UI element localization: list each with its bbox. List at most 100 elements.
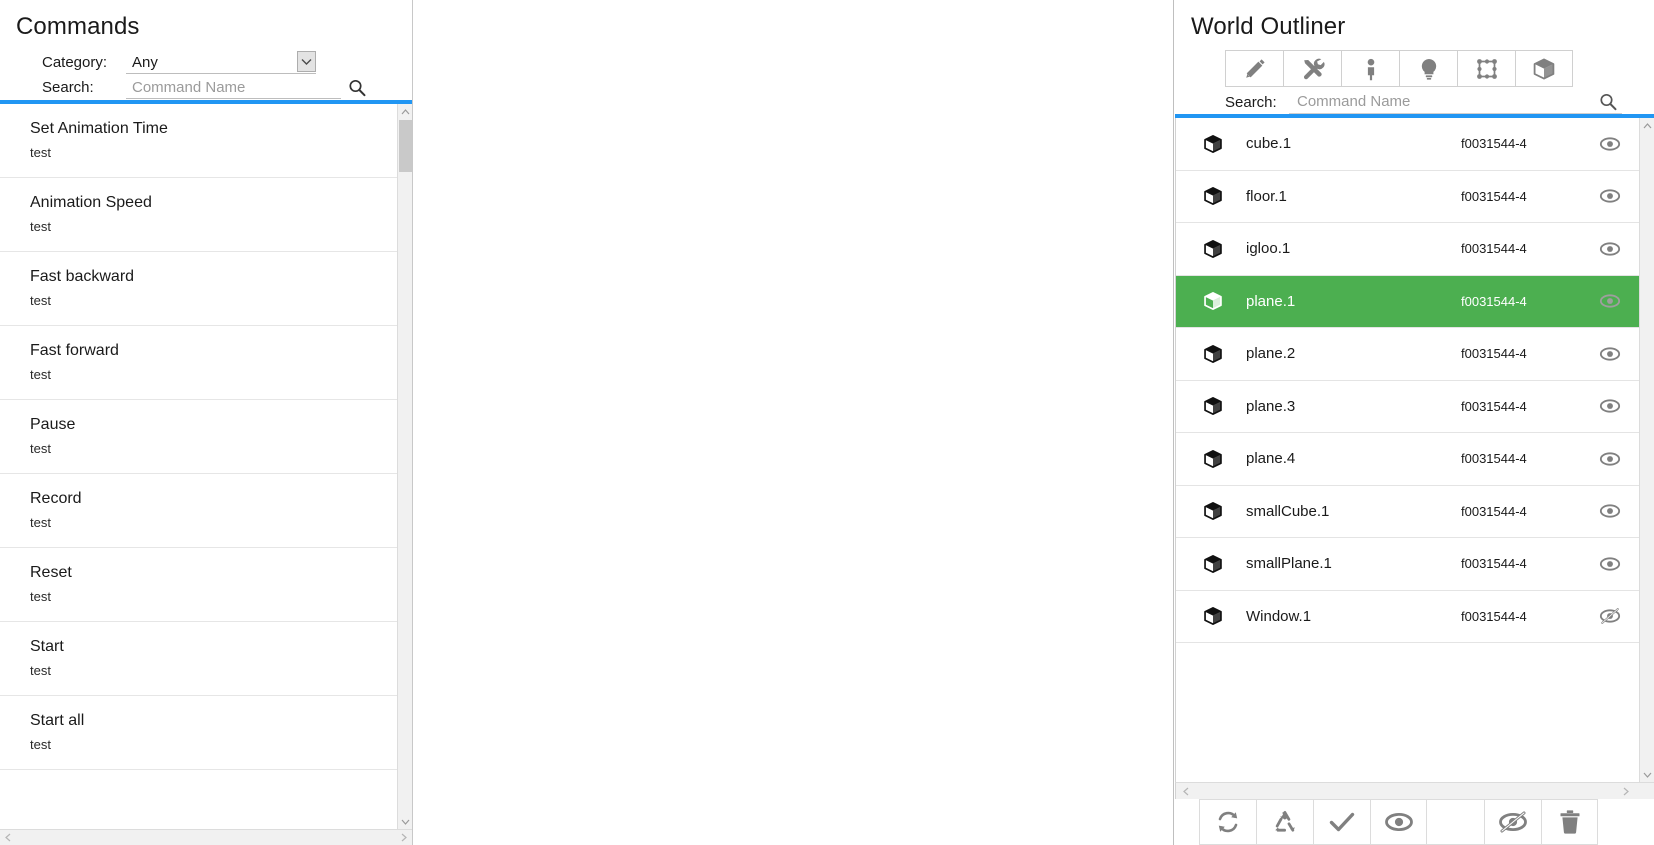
- select-button[interactable]: [1313, 799, 1370, 845]
- outliner-body: cube.1 f0031544-4 floor.1 f0031544-4 igl…: [1175, 118, 1654, 782]
- search-icon[interactable]: [1598, 92, 1618, 112]
- eye-icon[interactable]: [1581, 346, 1639, 362]
- object-name: plane.2: [1246, 345, 1296, 363]
- list-item[interactable]: Pause test: [0, 400, 397, 474]
- table-row[interactable]: igloo.1 f0031544-4: [1176, 223, 1639, 276]
- object-id: f0031544-4: [1461, 398, 1527, 414]
- commands-vertical-scrollbar[interactable]: [397, 104, 412, 829]
- box-icon: [1202, 290, 1246, 312]
- table-row[interactable]: plane.4 f0031544-4: [1176, 433, 1639, 486]
- scroll-left-arrow-icon[interactable]: [1178, 784, 1194, 799]
- filter-objects-button[interactable]: [1515, 50, 1573, 87]
- table-row[interactable]: cube.1 f0031544-4: [1176, 118, 1639, 171]
- toolbar-spacer: [1427, 799, 1484, 845]
- list-item[interactable]: Start test: [0, 622, 397, 696]
- table-row[interactable]: Window.1 f0031544-4: [1176, 590, 1639, 643]
- category-selected-value: Any: [132, 53, 158, 71]
- show-all-button[interactable]: [1370, 799, 1427, 845]
- eye-icon[interactable]: [1581, 136, 1639, 152]
- recycle-icon: [1271, 808, 1299, 836]
- command-name: Animation Speed: [30, 194, 152, 211]
- hide-all-button[interactable]: [1484, 799, 1541, 845]
- command-name: Fast backward: [30, 268, 135, 285]
- table-row[interactable]: smallPlane.1 f0031544-4: [1176, 538, 1639, 591]
- filter-lights-button[interactable]: [1399, 50, 1457, 87]
- outliner-bottom-toolbar: [1199, 799, 1654, 845]
- commands-horizontal-scrollbar[interactable]: [0, 829, 412, 845]
- category-row: Category: Any: [42, 50, 396, 75]
- refresh-icon: [1214, 808, 1242, 836]
- box-icon: [1202, 553, 1246, 575]
- list-item[interactable]: Record test: [0, 474, 397, 548]
- table-row[interactable]: plane.2 f0031544-4: [1176, 328, 1639, 381]
- scroll-up-arrow-icon[interactable]: [1640, 118, 1654, 133]
- table-row[interactable]: smallCube.1 f0031544-4: [1176, 485, 1639, 538]
- command-subtitle: test: [30, 367, 51, 382]
- scroll-left-arrow-icon[interactable]: [0, 830, 16, 845]
- viewport-canvas[interactable]: [414, 0, 1174, 845]
- eye-off-icon: [1498, 811, 1528, 833]
- filter-avatars-button[interactable]: [1341, 50, 1399, 87]
- box-icon: [1202, 343, 1246, 365]
- person-icon: [1358, 56, 1384, 82]
- command-subtitle: test: [30, 219, 51, 234]
- filter-tools-button[interactable]: [1283, 50, 1341, 87]
- object-name: plane.3: [1246, 397, 1296, 415]
- box-icon: [1202, 605, 1246, 627]
- object-id: f0031544-4: [1461, 136, 1527, 152]
- commands-header: Commands Category: Any Search: Command N…: [0, 0, 412, 100]
- outliner-search-input[interactable]: Command Name: [1289, 91, 1622, 114]
- table-row[interactable]: plane.1 f0031544-4: [1176, 275, 1639, 328]
- scroll-up-arrow-icon[interactable]: [398, 104, 412, 119]
- object-id: f0031544-4: [1461, 608, 1527, 624]
- object-name: igloo.1: [1246, 240, 1291, 258]
- box-icon: [1202, 238, 1246, 260]
- filter-bounds-button[interactable]: [1457, 50, 1515, 87]
- command-name: Set Animation Time: [30, 120, 168, 137]
- search-icon[interactable]: [347, 78, 367, 98]
- recycle-button[interactable]: [1256, 799, 1313, 845]
- trash-icon: [1557, 808, 1583, 836]
- eye-off-icon[interactable]: [1581, 607, 1639, 625]
- eye-icon[interactable]: [1581, 503, 1639, 519]
- refresh-button[interactable]: [1199, 799, 1256, 845]
- outliner-list[interactable]: cube.1 f0031544-4 floor.1 f0031544-4 igl…: [1176, 118, 1639, 782]
- scroll-right-arrow-icon[interactable]: [396, 830, 412, 845]
- delete-button[interactable]: [1541, 799, 1598, 845]
- object-id: f0031544-4: [1461, 451, 1527, 467]
- scroll-down-arrow-icon[interactable]: [1640, 767, 1654, 782]
- scroll-down-arrow-icon[interactable]: [398, 814, 412, 829]
- application-window: Commands Category: Any Search: Command N…: [0, 0, 1654, 845]
- eye-icon[interactable]: [1581, 241, 1639, 257]
- outliner-filter-toolbar: [1225, 50, 1654, 87]
- chevron-down-icon[interactable]: [297, 51, 316, 72]
- filter-annotations-button[interactable]: [1225, 50, 1283, 87]
- object-id: f0031544-4: [1461, 556, 1527, 572]
- list-item[interactable]: Set Animation Time test: [0, 104, 397, 178]
- command-name: Record: [30, 490, 82, 507]
- list-item[interactable]: Fast backward test: [0, 252, 397, 326]
- table-row[interactable]: floor.1 f0031544-4: [1176, 170, 1639, 223]
- search-input[interactable]: Command Name: [126, 76, 366, 99]
- eye-icon[interactable]: [1581, 451, 1639, 467]
- list-item[interactable]: Start all test: [0, 696, 397, 770]
- outliner-vertical-scrollbar[interactable]: [1639, 118, 1654, 782]
- command-subtitle: test: [30, 145, 51, 160]
- category-select[interactable]: Any: [126, 51, 316, 74]
- commands-list[interactable]: Set Animation Time test Animation Speed …: [0, 104, 397, 829]
- list-item[interactable]: Reset test: [0, 548, 397, 622]
- eye-icon[interactable]: [1581, 556, 1639, 572]
- table-row[interactable]: plane.3 f0031544-4: [1176, 380, 1639, 433]
- scroll-right-arrow-icon[interactable]: [1618, 784, 1634, 799]
- object-name: Window.1: [1246, 607, 1312, 625]
- list-item[interactable]: Animation Speed test: [0, 178, 397, 252]
- check-icon: [1327, 808, 1357, 836]
- outliner-horizontal-scrollbar[interactable]: [1175, 782, 1654, 799]
- commands-scroll-thumb[interactable]: [399, 120, 412, 172]
- eye-icon[interactable]: [1581, 188, 1639, 204]
- list-item[interactable]: Fast forward test: [0, 326, 397, 400]
- eye-icon[interactable]: [1581, 398, 1639, 414]
- command-name: Fast forward: [30, 342, 119, 359]
- outliner-search-label: Search:: [1225, 93, 1277, 111]
- eye-icon[interactable]: [1581, 293, 1639, 309]
